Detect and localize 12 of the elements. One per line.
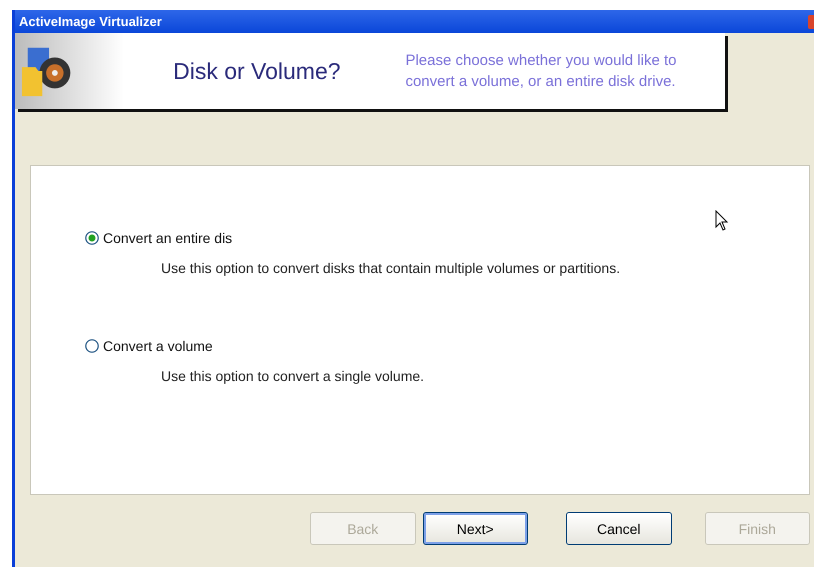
- option-description: Use this option to convert disks that contain multiple volumes or partitions.: [161, 260, 622, 276]
- wizard-button[interactable]: Next>: [422, 512, 528, 545]
- window-title: ActiveImage Virtualizer: [18, 14, 162, 29]
- page-description: Please choose whether you would like to convert a volume, or an entire disk drive.: [405, 51, 678, 92]
- mouse-cursor-icon: [715, 210, 729, 232]
- page-title: Disk or Volume?: [173, 58, 342, 84]
- option-description: Use this option to convert a single volume.: [161, 368, 426, 384]
- radio-option[interactable]: Convert an entire dis: [85, 230, 232, 246]
- radio-button[interactable]: [85, 231, 99, 245]
- wizard-button[interactable]: Cancel: [566, 512, 672, 545]
- radio-button[interactable]: [85, 339, 99, 353]
- radio-option[interactable]: Convert a volume: [85, 338, 213, 354]
